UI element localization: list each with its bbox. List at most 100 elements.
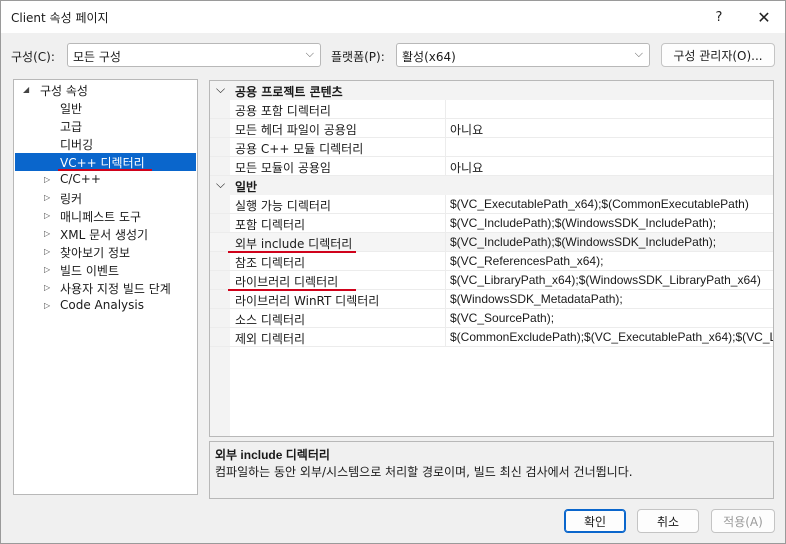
tree-item-label: 매니페스트 도구 (60, 210, 142, 224)
property-value: $(CommonExcludePath);$(VC_ExecutablePath… (450, 330, 774, 344)
category-public-content[interactable]: ⌵ 공용 프로젝트 콘텐츠 (210, 81, 773, 100)
config-manager-button[interactable]: 구성 관리자(O)... (661, 43, 775, 67)
column-separator (445, 100, 446, 118)
red-annotation-underline (58, 169, 152, 171)
collapsed-triangle-icon: ▷ (44, 193, 51, 202)
property-row[interactable]: 포함 디렉터리 $(VC_IncludePath);$(WindowsSDK_I… (210, 214, 773, 233)
window-title: Client 속성 페이지 (11, 11, 109, 25)
description-text: 컴파일하는 동안 외부/시스템으로 처리할 경로이며, 빌드 최신 검사에서 건… (215, 465, 633, 479)
column-separator (445, 252, 446, 270)
platform-label: 플랫폼(P): (331, 50, 385, 64)
property-name: 모든 모듈이 공용임 (235, 161, 331, 175)
column-separator (445, 157, 446, 175)
config-label: 구성(C): (11, 50, 55, 64)
column-separator (445, 271, 446, 289)
description-title: 외부 include 디렉터리 (215, 448, 330, 462)
property-row[interactable]: 소스 디렉터리 $(VC_SourcePath); (210, 309, 773, 328)
column-separator (445, 138, 446, 156)
chevron-down-icon: ⌵ (305, 47, 314, 60)
tree-item-label: 디버깅 (60, 138, 94, 152)
column-separator (445, 214, 446, 232)
settings-tree: ◢ 구성 속성 일반 고급 디버깅 VC++ 디렉터리 ▷ C/C++ ▷ 링커… (13, 79, 198, 495)
property-name: 실행 가능 디렉터리 (235, 199, 331, 213)
config-toolbar: 구성(C): 모든 구성 ⌵ 플랫폼(P): 활성(x64) ⌵ 구성 관리자(… (1, 33, 785, 73)
tree-item-manifest-tool[interactable]: ▷ 매니페스트 도구 (15, 207, 196, 225)
red-annotation-underline (228, 289, 356, 291)
property-value: 아니요 (450, 123, 484, 137)
property-value: $(VC_ReferencesPath_x64); (450, 254, 604, 268)
category-general[interactable]: ⌵ 일반 (210, 176, 773, 195)
tree-root-config-properties[interactable]: ◢ 구성 속성 (15, 81, 196, 99)
property-name: 외부 include 디렉터리 (235, 237, 353, 251)
tree-item-label: 링커 (60, 192, 83, 206)
collapsed-triangle-icon: ▷ (44, 247, 51, 256)
tree-item-browse-info[interactable]: ▷ 찾아보기 정보 (15, 243, 196, 261)
property-value: 아니요 (450, 161, 484, 175)
tree-item-xml-doc[interactable]: ▷ XML 문서 생성기 (15, 225, 196, 243)
help-button[interactable]: ? (701, 5, 737, 29)
column-separator (445, 309, 446, 327)
property-name: 모든 헤더 파일이 공용임 (235, 123, 357, 137)
close-button[interactable]: ✕ (746, 5, 782, 29)
property-name: 라이브러리 디렉터리 (235, 275, 339, 289)
collapsed-triangle-icon: ▷ (44, 175, 51, 184)
property-row[interactable]: 참조 디렉터리 $(VC_ReferencesPath_x64); (210, 252, 773, 271)
description-panel: 외부 include 디렉터리 컴파일하는 동안 외부/시스템으로 처리할 경로… (209, 441, 774, 499)
property-value: $(VC_ExecutablePath_x64);$(CommonExecuta… (450, 197, 749, 211)
ok-button[interactable]: 확인 (564, 509, 626, 533)
apply-button[interactable]: 적용(A) (711, 509, 775, 533)
cancel-button[interactable]: 취소 (637, 509, 699, 533)
tree-item-label: Code Analysis (60, 298, 144, 312)
property-row[interactable]: 실행 가능 디렉터리 $(VC_ExecutablePath_x64);$(Co… (210, 195, 773, 214)
property-row[interactable]: 공용 C++ 모듈 디렉터리 (210, 138, 773, 157)
property-name: 참조 디렉터리 (235, 256, 306, 270)
property-row[interactable]: 모든 모듈이 공용임 아니요 (210, 157, 773, 176)
category-label: 공용 프로젝트 콘텐츠 (235, 85, 343, 99)
tree-item-debugging[interactable]: 디버깅 (15, 135, 196, 153)
property-value: $(WindowsSDK_MetadataPath); (450, 292, 623, 306)
property-row[interactable]: 제외 디렉터리 $(CommonExcludePath);$(VC_Execut… (210, 328, 774, 347)
tree-item-label: C/C++ (60, 172, 101, 186)
collapsed-triangle-icon: ▷ (44, 301, 51, 310)
tree-item-linker[interactable]: ▷ 링커 (15, 189, 196, 207)
property-grid: ⌵ 공용 프로젝트 콘텐츠 공용 포함 디렉터리 모든 헤더 파일이 공용임 아… (209, 80, 774, 437)
category-label: 일반 (235, 180, 258, 194)
property-name: 공용 C++ 모듈 디렉터리 (235, 142, 364, 156)
expanded-triangle-icon: ◢ (23, 85, 30, 94)
property-name: 라이브러리 WinRT 디렉터리 (235, 294, 380, 308)
tree-item-advanced[interactable]: 고급 (15, 117, 196, 135)
tree-item-label: 빌드 이벤트 (60, 264, 120, 278)
property-name: 소스 디렉터리 (235, 313, 306, 327)
tree-item-label: XML 문서 생성기 (60, 228, 149, 242)
column-separator (445, 233, 446, 251)
property-row[interactable]: 라이브러리 디렉터리 $(VC_LibraryPath_x64);$(Windo… (210, 271, 773, 290)
tree-item-custom-build[interactable]: ▷ 사용자 지정 빌드 단계 (15, 279, 196, 297)
chevron-down-icon: ⌵ (634, 47, 643, 60)
property-name: 포함 디렉터리 (235, 218, 306, 232)
tree-item-general[interactable]: 일반 (15, 99, 196, 117)
collapsed-triangle-icon: ▷ (44, 211, 51, 220)
tree-item-label: 고급 (60, 120, 83, 134)
chevron-down-icon: ⌵ (216, 177, 226, 191)
tree-item-label: 찾아보기 정보 (60, 246, 131, 260)
property-row-selected[interactable]: 외부 include 디렉터리 $(VC_IncludePath);$(Wind… (210, 233, 773, 252)
property-row[interactable]: 라이브러리 WinRT 디렉터리 $(WindowsSDK_MetadataPa… (210, 290, 773, 309)
config-dropdown[interactable]: 모든 구성 ⌵ (67, 43, 321, 67)
config-value: 모든 구성 (73, 50, 121, 64)
tree-item-build-events[interactable]: ▷ 빌드 이벤트 (15, 261, 196, 279)
property-value: $(VC_LibraryPath_x64);$(WindowsSDK_Libra… (450, 273, 761, 287)
tree-item-code-analysis[interactable]: ▷ Code Analysis (15, 297, 196, 315)
column-separator (445, 195, 446, 213)
property-value: $(VC_SourcePath); (450, 311, 555, 325)
property-row[interactable]: 공용 포함 디렉터리 (210, 100, 773, 119)
property-row[interactable]: 모든 헤더 파일이 공용임 아니요 (210, 119, 773, 138)
red-annotation-underline (228, 251, 356, 253)
property-value: $(VC_IncludePath);$(WindowsSDK_IncludePa… (450, 216, 717, 230)
collapsed-triangle-icon: ▷ (44, 283, 51, 292)
platform-dropdown[interactable]: 활성(x64) ⌵ (396, 43, 650, 67)
tree-item-label: 사용자 지정 빌드 단계 (60, 282, 171, 296)
tree-item-c-cpp[interactable]: ▷ C/C++ (15, 171, 196, 189)
property-name: 제외 디렉터리 (235, 332, 306, 346)
column-separator (445, 328, 446, 346)
column-separator (445, 119, 446, 137)
